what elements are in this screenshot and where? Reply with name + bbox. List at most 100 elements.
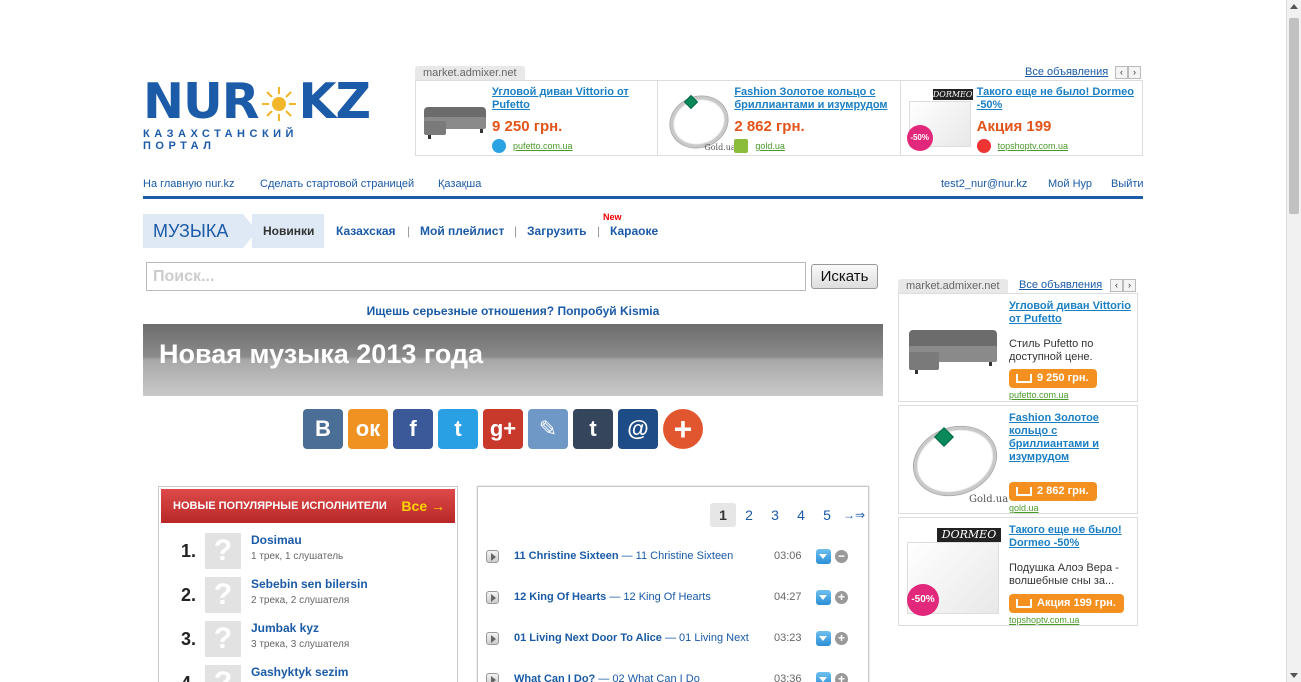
- logout-link[interactable]: Выйти: [1111, 178, 1144, 190]
- scroll-down-icon[interactable]: [1290, 673, 1298, 678]
- artists-all-link[interactable]: Все →: [401, 498, 445, 514]
- tab-kazakh[interactable]: Казахская: [336, 224, 396, 238]
- add-icon[interactable]: +: [835, 673, 848, 682]
- top-ad-item[interactable]: Угловой диван Vittorio от Pufetto 9 250 …: [416, 81, 659, 155]
- artist-name[interactable]: Jumbak kyz: [251, 621, 319, 635]
- top-ad-domain[interactable]: gold.ua: [755, 141, 785, 151]
- vk-share-icon[interactable]: В: [303, 409, 343, 449]
- tab-playlist[interactable]: Мой плейлист: [420, 224, 504, 238]
- artist-name[interactable]: Sebebin sen bilersin: [251, 577, 368, 591]
- logo-text-nur: NUR: [143, 73, 260, 130]
- next-page-link[interactable]: →⇒: [840, 508, 868, 522]
- search-input[interactable]: Поиск...: [146, 262, 806, 291]
- remove-icon[interactable]: −: [835, 550, 848, 563]
- play-icon[interactable]: [486, 632, 499, 645]
- user-email-link[interactable]: test2_nur@nur.kz: [941, 178, 1027, 190]
- right-ad-price[interactable]: 9 250 грн.: [1009, 369, 1097, 388]
- play-icon[interactable]: [486, 673, 499, 682]
- top-ad-all-link[interactable]: Все объявления: [1025, 66, 1108, 78]
- right-ad-price[interactable]: 2 862 грн.: [1009, 482, 1097, 501]
- tab-karaoke[interactable]: Караоке: [610, 224, 658, 238]
- artist-name[interactable]: Dosimau: [251, 533, 302, 547]
- odnoklassniki-share-icon[interactable]: ок: [348, 409, 388, 449]
- top-ad-title[interactable]: Угловой диван Vittorio от Pufetto: [492, 86, 652, 112]
- prev-arrow-icon[interactable]: ‹: [1110, 279, 1123, 292]
- track-title[interactable]: 11 Christine Sixteen — 11 Christine Sixt…: [514, 550, 733, 562]
- home-link[interactable]: На главную nur.kz: [143, 178, 235, 190]
- right-ad-domain[interactable]: topshoptv.com.ua: [1009, 615, 1079, 625]
- prev-arrow-icon[interactable]: ‹: [1115, 66, 1128, 79]
- livejournal-share-icon[interactable]: ✎: [528, 409, 568, 449]
- twitter-share-icon[interactable]: t: [438, 409, 478, 449]
- mailru-share-icon[interactable]: @: [618, 409, 658, 449]
- right-ad-title[interactable]: Угловой диван Vittorio от Pufetto: [1009, 300, 1134, 326]
- search-button[interactable]: Искать: [811, 264, 878, 289]
- tab-new[interactable]: Новинки: [252, 214, 324, 248]
- right-ad-domain[interactable]: gold.ua: [1009, 503, 1039, 513]
- right-ad-title[interactable]: Такого еще не было! Dormeo -50%: [1009, 524, 1134, 550]
- play-icon[interactable]: [486, 591, 499, 604]
- scroll-up-icon[interactable]: [1290, 4, 1298, 9]
- music-section-title[interactable]: МУЗЫКА: [143, 214, 257, 248]
- add-icon[interactable]: +: [835, 632, 848, 645]
- facebook-share-icon[interactable]: f: [393, 409, 433, 449]
- artist-rank: 4.: [181, 673, 196, 682]
- right-ad-item[interactable]: Gold.ua Fashion Золотое кольцо с бриллиа…: [898, 405, 1138, 514]
- promo-link[interactable]: Ищешь серьезные отношения? Попробуй Kism…: [143, 304, 883, 318]
- top-ad-item[interactable]: Gold.ua Fashion Золотое кольцо с бриллиа…: [658, 81, 901, 156]
- play-icon[interactable]: [486, 550, 499, 563]
- tab-upload[interactable]: Загрузить: [527, 224, 586, 238]
- google-plus-share-icon[interactable]: g+: [483, 409, 523, 449]
- artist-name[interactable]: Gashyktyk sezim: [251, 665, 348, 679]
- scrollbar-thumb[interactable]: [1289, 18, 1299, 214]
- page-link[interactable]: 3: [762, 507, 788, 523]
- page-link[interactable]: 5: [814, 507, 840, 523]
- artist-item[interactable]: 4. ? Gashyktyk sezim: [181, 665, 441, 682]
- track-duration: 04:27: [774, 591, 802, 603]
- top-ad-domain[interactable]: pufetto.com.ua: [513, 141, 573, 151]
- right-ad-title[interactable]: Fashion Золотое кольцо с бриллиантами и …: [1009, 412, 1134, 464]
- top-ad-title[interactable]: Fashion Золотое кольцо с бриллиантами и …: [734, 86, 894, 112]
- top-ad-title[interactable]: Такого еще не было! Dormeo -50%: [977, 86, 1137, 112]
- right-ad-all-link[interactable]: Все объявления: [1019, 279, 1102, 291]
- right-ad-domain[interactable]: pufetto.com.ua: [1009, 390, 1069, 400]
- right-ad-item[interactable]: Угловой диван Vittorio от Pufetto Стиль …: [898, 293, 1138, 402]
- vertical-scrollbar[interactable]: [1286, 0, 1301, 682]
- download-icon[interactable]: [816, 672, 831, 682]
- sofa-image: [905, 302, 1001, 390]
- track-duration: 03:23: [774, 632, 802, 644]
- start-page-link[interactable]: Сделать стартовой страницей: [260, 178, 414, 190]
- tumblr-share-icon[interactable]: t: [573, 409, 613, 449]
- kazakh-lang-link[interactable]: Қазақша: [438, 178, 481, 190]
- site-logo[interactable]: NUR KZ КАЗАХСТАНСКИЙ ПОРТАЛ: [143, 73, 371, 152]
- pufetto-icon: [492, 139, 506, 153]
- track-title[interactable]: 01 Living Next Door To Alice — 01 Living…: [514, 632, 749, 644]
- add-icon[interactable]: +: [835, 591, 848, 604]
- page-current[interactable]: 1: [710, 503, 736, 527]
- download-icon[interactable]: [816, 631, 831, 646]
- artist-item[interactable]: 1. ? Dosimau 1 трек, 1 слушатель: [181, 533, 441, 569]
- download-icon[interactable]: [816, 549, 831, 564]
- top-ad-domain[interactable]: topshoptv.com.ua: [998, 141, 1068, 151]
- track-row: 01 Living Next Door To Alice — 01 Living…: [486, 630, 858, 646]
- more-share-icon[interactable]: +: [663, 409, 703, 449]
- download-icon[interactable]: [816, 590, 831, 605]
- artist-meta: 1 трек, 1 слушатель: [251, 551, 344, 562]
- top-ad-item[interactable]: DORMEO -50% Такого еще не было! Dormeo -…: [901, 81, 1142, 155]
- sun-icon: [261, 84, 297, 121]
- track-row: 12 King Of Hearts — 12 King Of Hearts 04…: [486, 589, 858, 605]
- my-nur-link[interactable]: Мой Нур: [1048, 178, 1092, 190]
- page-link[interactable]: 2: [736, 507, 762, 523]
- artist-item[interactable]: 3. ? Jumbak kyz 3 трека, 3 слушателя: [181, 621, 441, 657]
- right-ad-price[interactable]: Акция 199 грн.: [1009, 594, 1124, 613]
- next-arrow-icon[interactable]: ›: [1123, 279, 1136, 292]
- artist-meta: 3 трека, 3 слушателя: [251, 639, 350, 650]
- right-ad-item[interactable]: DORMEO -50% Такого еще не было! Dormeo -…: [898, 517, 1138, 626]
- next-arrow-icon[interactable]: ›: [1128, 66, 1141, 79]
- ring-image: Gold.ua: [904, 414, 1008, 507]
- track-title[interactable]: What Can I Do? — 02 What Can I Do: [514, 673, 700, 682]
- page-link[interactable]: 4: [788, 507, 814, 523]
- artist-item[interactable]: 2. ? Sebebin sen bilersin 2 трека, 2 слу…: [181, 577, 441, 613]
- track-title[interactable]: 12 King Of Hearts — 12 King Of Hearts: [514, 591, 711, 603]
- logo-text-kz: KZ: [298, 73, 371, 130]
